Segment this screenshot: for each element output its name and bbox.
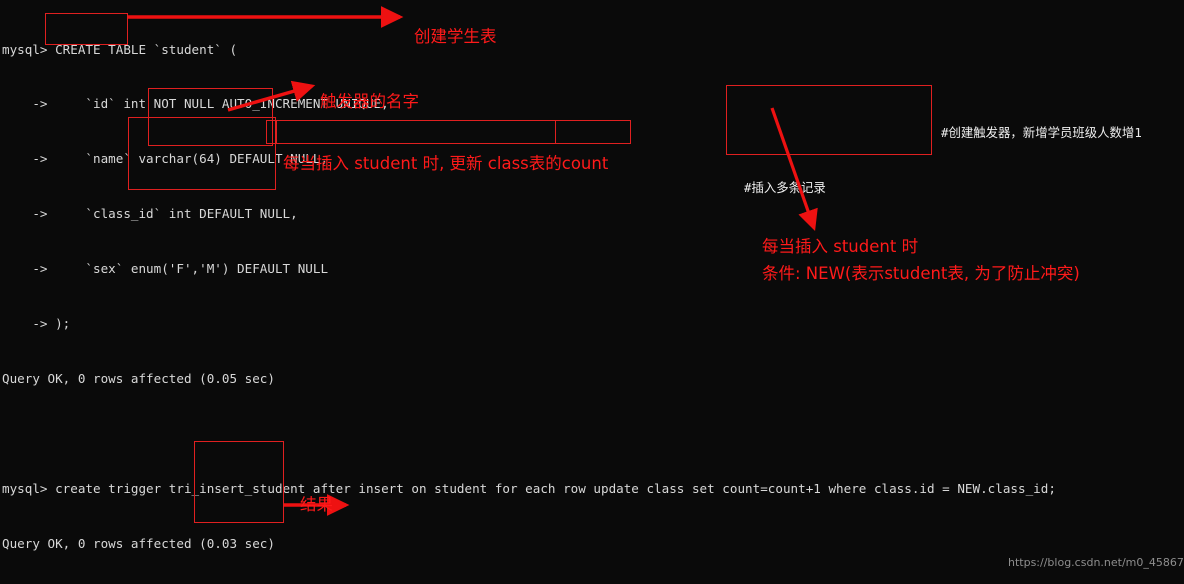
terminal-line: -> `class_id` int DEFAULT NULL, <box>2 206 298 222</box>
inline-comment-create-trigger: #创建触发器，新增学员班级人数增1 <box>941 125 1142 140</box>
annotation-trigger-name: 触发器的名字 <box>320 92 419 111</box>
highlight-box-trigger-keyword <box>128 117 276 190</box>
highlight-box-class-count-column <box>194 441 284 523</box>
terminal-line: Query OK, 0 rows affected (0.05 sec) <box>2 370 275 386</box>
terminal-line-create-trigger: mysql> create trigger tri_insert_student… <box>2 480 1056 496</box>
highlight-box-trigger-event-clause <box>276 120 631 144</box>
annotation-new-condition-line2: 条件: NEW(表示student表, 为了防止冲突) <box>762 264 1080 283</box>
inline-comment-insert-rows: #插入多条记录 <box>744 180 826 195</box>
annotation-create-student-table: 创建学生表 <box>414 27 497 46</box>
highlight-box-id-column <box>45 13 128 45</box>
annotation-new-condition-line1: 每当插入 student 时 <box>762 237 919 256</box>
terminal-line: Query OK, 0 rows affected (0.03 sec) <box>2 535 275 551</box>
annotation-update-class-count: 每当插入 student 时, 更新 class表的count <box>283 154 609 173</box>
highlight-box-where-new-clause <box>726 85 932 155</box>
watermark: https://blog.csdn.net/m0_45867846 <box>1008 556 1184 569</box>
terminal-line: -> ); <box>2 316 71 332</box>
terminal-line: mysql> CREATE TABLE `student` ( <box>2 41 238 57</box>
annotation-result: 结果 <box>300 495 333 514</box>
terminal-screen: mysql> CREATE TABLE `student` ( -> `id` … <box>0 0 1184 584</box>
